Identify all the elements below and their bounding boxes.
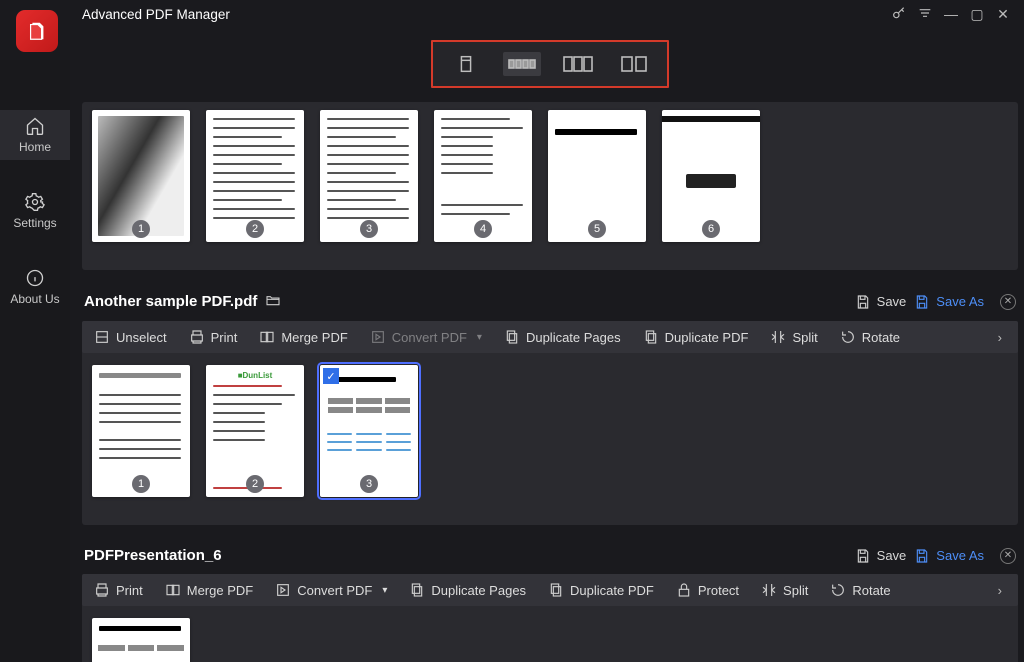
- view-mode-toolbar: [431, 40, 669, 88]
- close-group-button[interactable]: ✕: [1000, 548, 1016, 564]
- group-toolbar: Print Merge PDF Convert PDF▾ Duplicate P…: [82, 574, 1018, 606]
- page-thumb[interactable]: 5: [548, 110, 646, 242]
- rotate-button[interactable]: Rotate: [830, 582, 890, 598]
- page-thumb[interactable]: ■DunList 2: [206, 365, 304, 497]
- sidebar-item-about[interactable]: About Us: [0, 262, 70, 312]
- sidebar-item-settings[interactable]: Settings: [0, 186, 70, 236]
- protect-button[interactable]: Protect: [676, 582, 739, 598]
- page-thumb[interactable]: 1: [92, 110, 190, 242]
- print-button[interactable]: Print: [94, 582, 143, 598]
- pdf-group-1: Another sample PDF.pdf Save Save As ✕ Un…: [82, 288, 1018, 525]
- app-title: Advanced PDF Manager: [82, 7, 230, 22]
- menu-icon[interactable]: [912, 5, 938, 24]
- duplicate-pages-button[interactable]: Duplicate Pages: [504, 329, 621, 345]
- sidebar-item-home[interactable]: Home: [0, 110, 70, 160]
- view-spread-button[interactable]: [615, 52, 653, 76]
- save-button[interactable]: Save: [855, 294, 907, 310]
- split-button[interactable]: Split: [761, 582, 808, 598]
- check-icon: ✓: [323, 368, 339, 384]
- duplicate-pages-button[interactable]: Duplicate Pages: [409, 582, 526, 598]
- app-logo: [16, 10, 58, 52]
- page-thumb[interactable]: [92, 618, 190, 662]
- sidebar: Home Settings About Us: [0, 60, 70, 662]
- page-thumb[interactable]: ✓ 3: [320, 365, 418, 497]
- unselect-button[interactable]: Unselect: [94, 329, 167, 345]
- rotate-button[interactable]: Rotate: [840, 329, 900, 345]
- sidebar-item-label: Home: [19, 140, 51, 154]
- key-icon[interactable]: [886, 5, 912, 24]
- close-group-button[interactable]: ✕: [1000, 294, 1016, 310]
- save-as-button[interactable]: Save As: [914, 548, 984, 564]
- main-content: 1 2 3 4 5 6: [70, 28, 1024, 662]
- group-title: PDFPresentation_6: [84, 547, 222, 564]
- page-thumb[interactable]: 4: [434, 110, 532, 242]
- view-continuous-button[interactable]: [503, 52, 541, 76]
- group-toolbar: Unselect Print Merge PDF Convert PDF▾ Du…: [82, 321, 1018, 353]
- save-as-button[interactable]: Save As: [914, 294, 984, 310]
- open-folder-icon[interactable]: [265, 292, 281, 311]
- chevron-down-icon: ▾: [477, 332, 482, 343]
- save-button[interactable]: Save: [855, 548, 907, 564]
- convert-button[interactable]: Convert PDF▾: [275, 582, 387, 598]
- pdf-group-0: 1 2 3 4 5 6: [82, 102, 1018, 270]
- merge-button[interactable]: Merge PDF: [165, 582, 253, 598]
- print-button[interactable]: Print: [189, 329, 238, 345]
- close-button[interactable]: ✕: [990, 6, 1016, 23]
- duplicate-pdf-button[interactable]: Duplicate PDF: [548, 582, 654, 598]
- split-button[interactable]: Split: [770, 329, 817, 345]
- titlebar: Advanced PDF Manager — ▢ ✕: [0, 0, 1024, 28]
- merge-button[interactable]: Merge PDF: [259, 329, 347, 345]
- page-thumb[interactable]: 6: [662, 110, 760, 242]
- convert-button[interactable]: Convert PDF▾: [370, 329, 482, 345]
- page-thumb[interactable]: 2: [206, 110, 304, 242]
- view-single-button[interactable]: [447, 52, 485, 76]
- pdf-group-2: PDFPresentation_6 Save Save As ✕ Print M…: [82, 543, 1018, 662]
- sidebar-item-label: About Us: [10, 292, 59, 306]
- page-thumb[interactable]: 3: [320, 110, 418, 242]
- more-button[interactable]: ›: [994, 583, 1006, 598]
- maximize-button[interactable]: ▢: [964, 6, 990, 23]
- chevron-down-icon: ▾: [382, 585, 387, 596]
- page-thumb[interactable]: 1: [92, 365, 190, 497]
- group-title: Another sample PDF.pdf: [84, 293, 257, 310]
- duplicate-pdf-button[interactable]: Duplicate PDF: [643, 329, 749, 345]
- view-twoup-button[interactable]: [559, 52, 597, 76]
- minimize-button[interactable]: —: [938, 6, 964, 22]
- more-button[interactable]: ›: [994, 330, 1006, 345]
- sidebar-item-label: Settings: [13, 216, 56, 230]
